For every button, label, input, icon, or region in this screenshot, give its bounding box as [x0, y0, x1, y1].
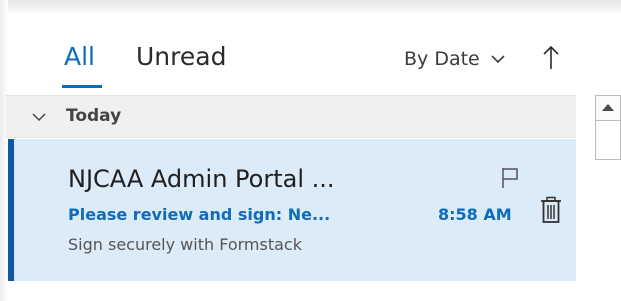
- message-preview: Sign securely with Formstack: [68, 235, 302, 254]
- active-tab-indicator: [62, 85, 102, 88]
- vertical-scrollbar[interactable]: [585, 88, 621, 301]
- flag-icon[interactable]: [500, 167, 520, 189]
- message-filter-bar: All Unread By Date: [0, 30, 585, 90]
- sort-by-dropdown[interactable]: By Date: [404, 48, 506, 70]
- group-header-today[interactable]: Today: [6, 95, 576, 138]
- sort-by-label: By Date: [404, 48, 480, 70]
- tab-unread[interactable]: Unread: [136, 42, 226, 71]
- arrow-up-icon[interactable]: [542, 44, 560, 70]
- delete-icon[interactable]: [540, 196, 562, 224]
- chevron-down-icon[interactable]: [32, 110, 46, 124]
- scroll-up-button[interactable]: [595, 95, 621, 121]
- message-list-item[interactable]: NJCAA Admin Portal ... Please review and…: [8, 139, 576, 281]
- tab-all[interactable]: All: [64, 42, 95, 71]
- selected-item-indicator: [8, 139, 14, 281]
- group-label: Today: [66, 106, 122, 126]
- message-sender: NJCAA Admin Portal ...: [68, 165, 335, 193]
- message-subject: Please review and sign: Ne...: [68, 205, 331, 224]
- chevron-down-icon: [491, 55, 505, 64]
- scroll-thumb[interactable]: [595, 120, 621, 160]
- triangle-up-icon: [602, 104, 614, 111]
- message-time: 8:58 AM: [438, 205, 512, 224]
- window-top-shadow: [0, 0, 621, 14]
